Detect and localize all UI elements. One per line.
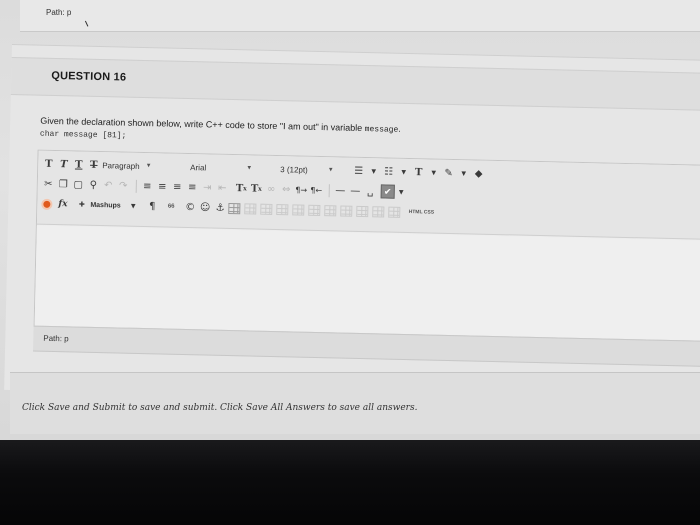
spellcheck-icon[interactable]: ✔ [380,184,395,199]
chevron-down-icon: ▼ [145,163,152,170]
mashups-icon: ✚ [78,200,85,209]
highlight-pen-icon[interactable]: ✎ [442,165,455,180]
chevron-down-icon[interactable]: ▼ [127,198,140,213]
table-row-after-icon[interactable] [260,203,273,215]
superscript-label: T [235,182,244,194]
indent-icon[interactable]: ⇥ [201,180,214,195]
font-size-select[interactable]: 3 (12pt) ▼ [280,162,346,178]
text-color-button[interactable]: T [412,165,425,180]
chevron-down-icon[interactable]: ▼ [395,184,408,199]
html-css-button[interactable]: HTML CSS [408,205,435,221]
anchor-icon[interactable]: ⚓ [214,200,227,215]
strikethrough-button[interactable]: T [87,157,100,172]
nonbreaking-space-icon[interactable]: ␣ [364,184,377,199]
submit-instructions: Click Save and Submit to save and submit… [22,403,418,413]
chevron-down-icon[interactable]: ▼ [427,165,440,180]
align-right-icon[interactable]: ≡ [171,179,184,194]
table-delete-col-icon[interactable] [324,204,337,216]
font-size-select-value: 3 (12pt) [280,164,308,175]
ltr-paragraph-icon[interactable]: ¶→ [295,182,308,197]
rtl-paragraph-icon[interactable]: ¶← [310,182,323,197]
submit-instructions-panel: Click Save and Submit to save and submit… [10,372,700,434]
table-col-before-icon[interactable] [292,203,305,216]
toolbar-divider [135,179,137,193]
justify-icon[interactable]: ≡ [186,179,199,194]
align-left-icon[interactable]: ≡ [141,178,154,193]
subscript-label: T [250,182,259,195]
horizontal-line-icon[interactable]: — [334,183,347,198]
redo-icon[interactable]: ↷ [117,178,130,193]
eraser-icon[interactable]: ◆ [472,166,485,181]
subscript-button[interactable]: Tx [250,181,263,196]
bottom-path-label: Path: p [43,333,69,344]
font-select-value: Arial [190,162,207,172]
question-panel: QUESTION 16 Given the declaration shown … [4,44,700,406]
copyright-icon[interactable]: © [184,199,197,214]
question-title: QUESTION 16 [51,69,127,84]
align-center-icon[interactable]: ≡ [156,179,169,194]
numbered-list-icon[interactable]: ☷ [382,164,395,179]
record-icon[interactable] [41,198,53,210]
horizontal-line-icon[interactable]: — [349,183,362,198]
answer-editor: T T T T Paragraph ▼ Arial ▼ 3 (12pt) ▼ ☰… [33,149,700,341]
table-icon[interactable] [228,202,241,214]
text-cursor-icon [84,19,92,27]
table-col-after-icon[interactable] [308,204,321,216]
copy-icon[interactable]: ❐ [57,177,70,192]
paragraph-select[interactable]: Paragraph ▼ [102,158,178,175]
outdent-icon[interactable]: ⇤ [216,180,229,195]
chevron-down-icon: ▼ [246,165,253,172]
answer-text-area[interactable] [34,225,700,341]
top-path-label: Path: p [46,8,72,17]
paragraph-mark-icon[interactable]: ¶ [146,199,159,214]
chevron-down-icon[interactable]: ▼ [367,164,380,179]
underline-button[interactable]: T [72,157,85,172]
paste-icon[interactable]: ▢ [72,177,85,192]
formula-button[interactable]: fx [56,197,69,212]
screen: Path: p QUESTION 16 Given the declaratio… [0,0,700,440]
table-row-before-icon[interactable] [244,202,257,215]
question-text-code: message [364,125,399,135]
question-header: QUESTION 16 [10,56,700,111]
superscript-button[interactable]: Tx [235,181,248,196]
paragraph-select-value: Paragraph [102,160,140,171]
unlink-icon[interactable]: ⇔ [280,182,293,197]
toolbar-divider [328,183,330,197]
monitor-bezel [0,440,700,525]
mashups-button[interactable]: Mashups [90,201,120,209]
question-code: char message [81]; [39,129,127,141]
undo-icon[interactable]: ↶ [102,178,115,193]
table-split-icon[interactable] [340,205,353,217]
chevron-down-icon[interactable]: ▼ [397,164,410,179]
table-delete-row-icon[interactable] [276,203,289,215]
cut-icon[interactable]: ✂ [42,176,55,191]
table-props-icon[interactable] [372,205,385,217]
chevron-down-icon: ▼ [327,167,334,174]
bullet-list-icon[interactable]: ☰ [352,163,365,178]
emoticon-icon[interactable]: ☺ [199,200,212,215]
font-select[interactable]: Arial ▼ [190,160,270,177]
bold-button[interactable]: T [42,156,55,171]
link-icon[interactable]: ∞ [265,181,278,196]
table-merge-icon[interactable] [356,205,369,217]
top-path-bar: Path: p [20,0,700,32]
editor-toolbar: T T T T Paragraph ▼ Arial ▼ 3 (12pt) ▼ ☰… [36,150,700,240]
blockquote-button[interactable]: 66 [165,199,178,214]
chevron-down-icon[interactable]: ▼ [457,166,470,181]
table-cell-icon[interactable] [388,206,401,218]
italic-button[interactable]: T [57,157,70,172]
question-text-suffix: . [398,123,401,134]
find-icon[interactable]: ⚲ [87,177,100,192]
